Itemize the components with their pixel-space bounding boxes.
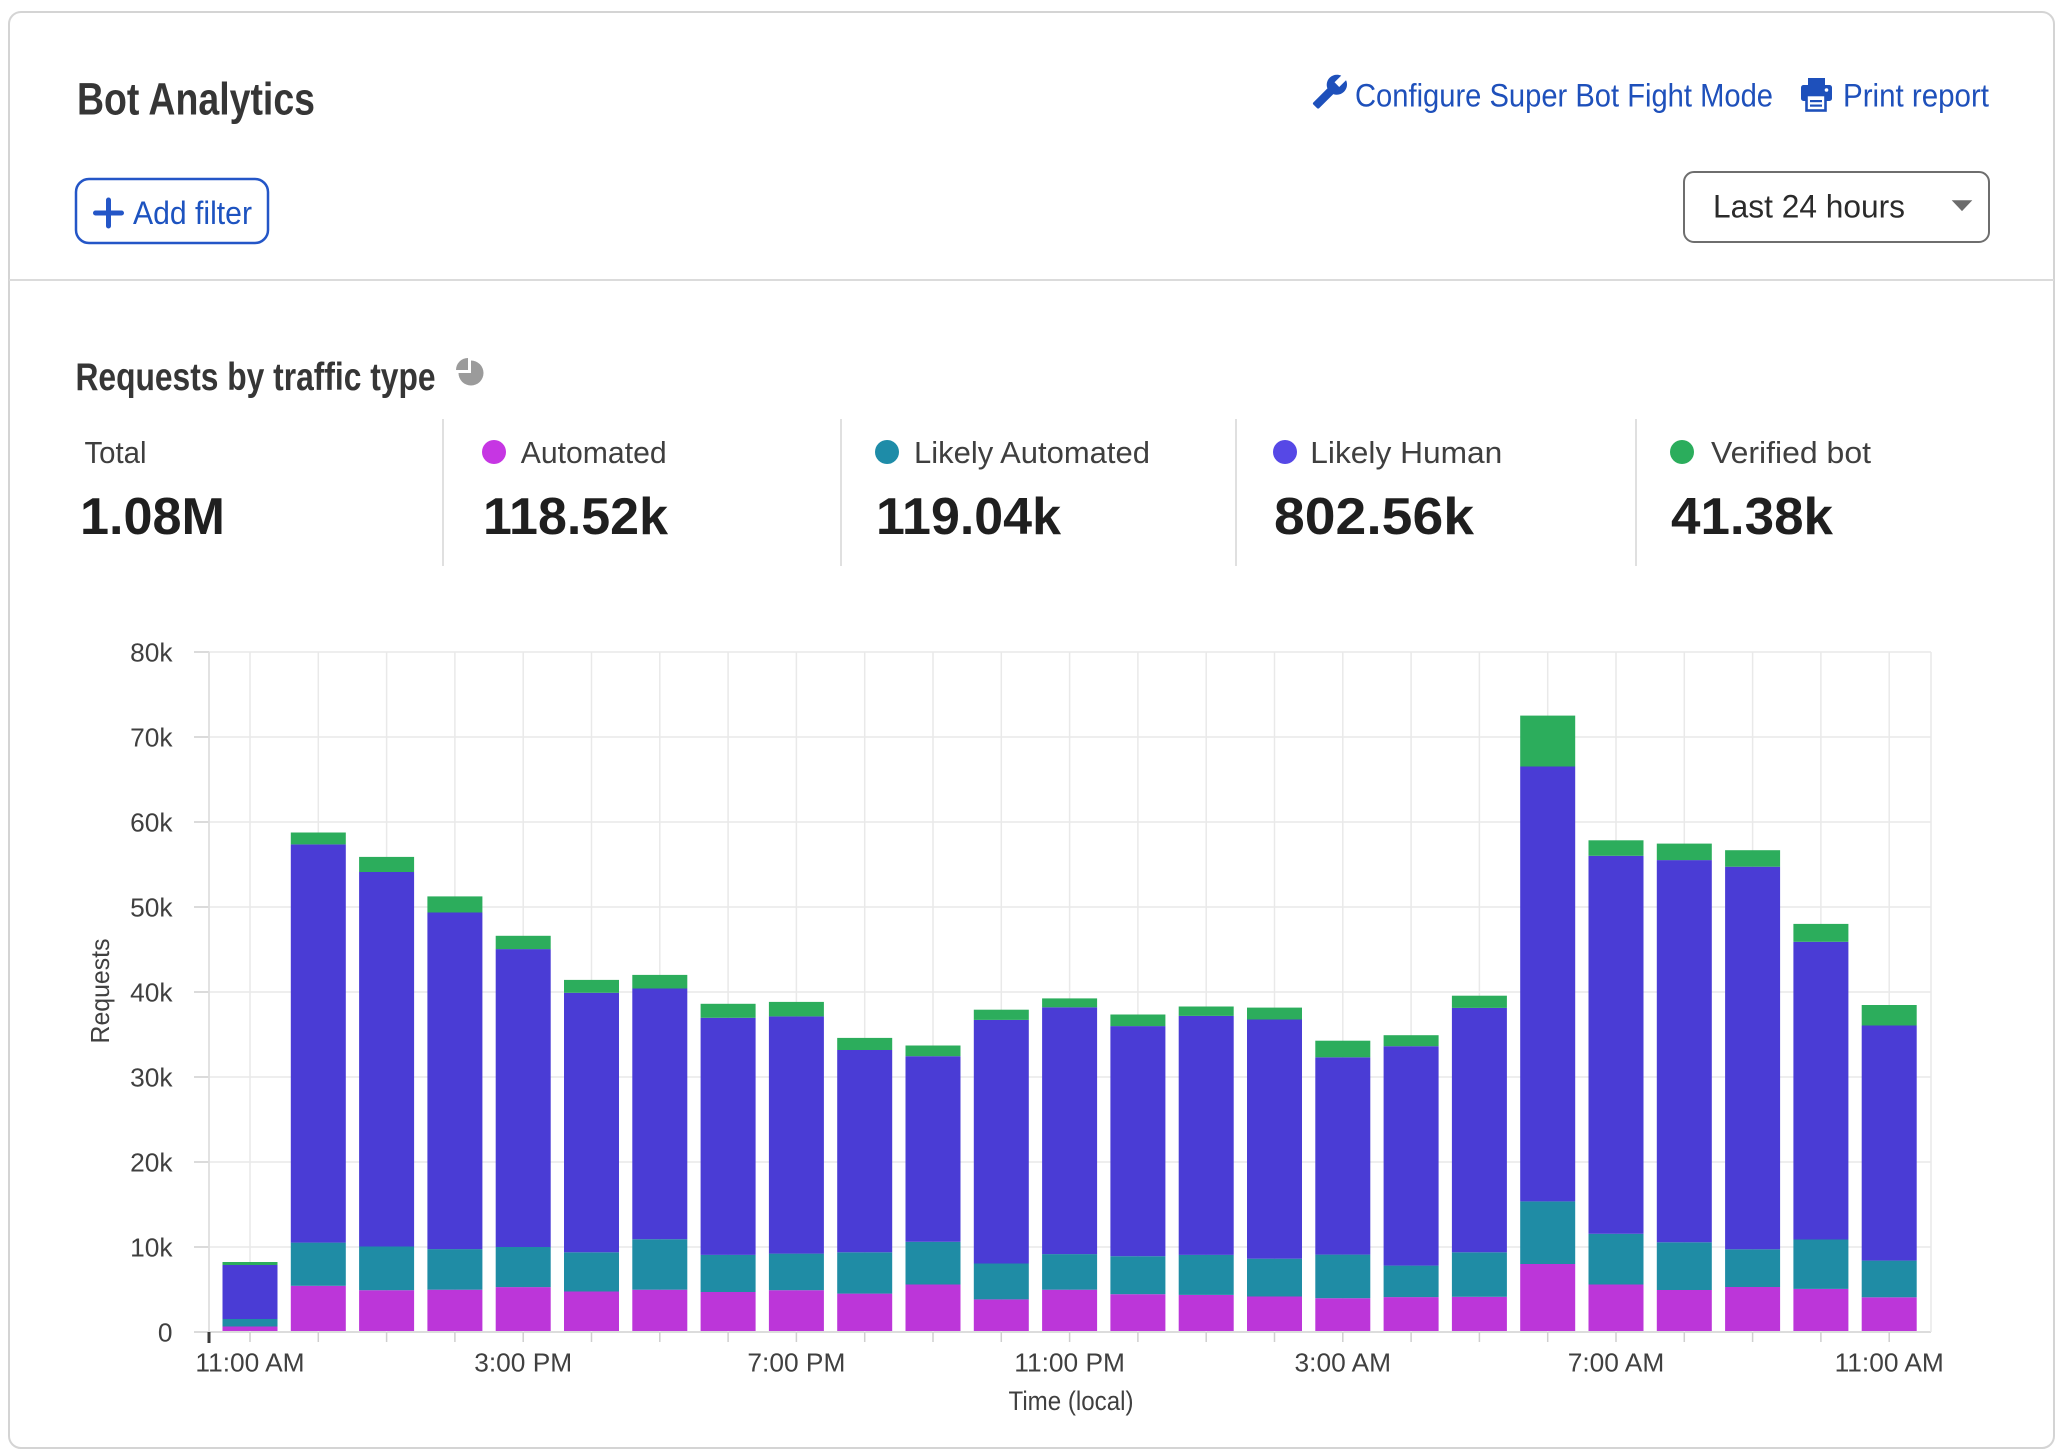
svg-text:0: 0 xyxy=(158,1318,173,1348)
svg-text:118.52k: 118.52k xyxy=(483,488,668,546)
svg-text:Total: Total xyxy=(85,435,147,470)
svg-text:7:00 AM: 7:00 AM xyxy=(1568,1348,1664,1378)
svg-text:60k: 60k xyxy=(130,808,173,838)
svg-text:3:00 AM: 3:00 AM xyxy=(1295,1348,1391,1378)
svg-text:11:00 AM: 11:00 AM xyxy=(195,1348,304,1378)
svg-text:80k: 80k xyxy=(130,638,173,668)
svg-text:119.04k: 119.04k xyxy=(876,488,1061,546)
svg-text:10k: 10k xyxy=(130,1233,173,1263)
svg-text:Requests: Requests xyxy=(85,939,115,1044)
svg-text:7:00 PM: 7:00 PM xyxy=(747,1348,845,1378)
svg-text:Add filter: Add filter xyxy=(133,195,252,231)
svg-text:20k: 20k xyxy=(130,1148,173,1178)
svg-text:Likely Automated: Likely Automated xyxy=(914,435,1150,470)
svg-text:Time (local): Time (local) xyxy=(1009,1386,1134,1416)
svg-text:Configure Super Bot Fight Mode: Configure Super Bot Fight Mode xyxy=(1355,78,1773,114)
svg-text:Likely Human: Likely Human xyxy=(1310,435,1502,470)
svg-text:70k: 70k xyxy=(130,723,173,753)
svg-text:Verified bot: Verified bot xyxy=(1711,435,1871,470)
svg-text:50k: 50k xyxy=(130,893,173,923)
svg-text:40k: 40k xyxy=(130,978,173,1008)
svg-text:Print report: Print report xyxy=(1843,78,1989,114)
svg-text:Automated: Automated xyxy=(521,435,667,470)
svg-text:30k: 30k xyxy=(130,1063,173,1093)
svg-text:Requests by traffic type: Requests by traffic type xyxy=(76,356,436,399)
svg-text:41.38k: 41.38k xyxy=(1671,488,1833,546)
svg-text:11:00 PM: 11:00 PM xyxy=(1014,1348,1125,1378)
svg-text:Last 24 hours: Last 24 hours xyxy=(1713,189,1905,225)
svg-text:11:00 AM: 11:00 AM xyxy=(1835,1348,1944,1378)
svg-text:802.56k: 802.56k xyxy=(1274,488,1474,546)
svg-text:Bot Analytics: Bot Analytics xyxy=(77,74,315,125)
svg-text:1.08M: 1.08M xyxy=(80,488,225,546)
svg-text:3:00 PM: 3:00 PM xyxy=(474,1348,572,1378)
